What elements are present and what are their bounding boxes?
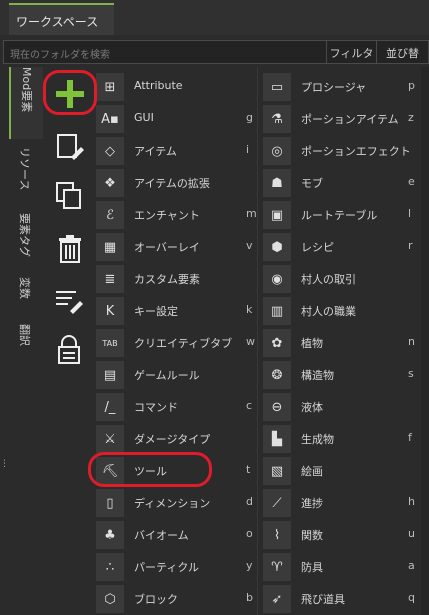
list-item[interactable]: A▪ GUI g [96, 102, 254, 134]
gamerule-icon: ▤ [96, 361, 124, 389]
list-item[interactable]: ▦ オーバーレイ v [96, 230, 254, 262]
enchant-icon: ℰ [96, 201, 124, 229]
structure-icon: ❂ [263, 361, 291, 389]
highlight-plus [43, 70, 97, 115]
list-item[interactable]: ♣ バイオーム o [96, 518, 254, 550]
list-item[interactable]: ⬢ レシピ r [263, 230, 423, 262]
scrollbar[interactable] [421, 67, 429, 615]
effect-icon: ◎ [263, 137, 291, 165]
list-item[interactable]: ≣ カスタム要素 [96, 262, 254, 294]
list-item[interactable]: /_ コマンド c [96, 390, 254, 422]
function-icon: ⌇ [263, 521, 291, 549]
tab-variables[interactable]: 変数 [9, 277, 43, 317]
list-item[interactable]: K キー設定 k [96, 294, 254, 326]
tab-workspace[interactable]: ワークスペース [9, 3, 114, 35]
lock-icon[interactable] [53, 333, 87, 367]
list-item[interactable]: ☗ モブ e [263, 166, 423, 198]
list-item[interactable]: ◇ アイテム i [96, 134, 254, 166]
top-bar: ワークスペース [0, 0, 429, 35]
profession-icon: ▥ [263, 297, 291, 325]
list-item[interactable]: ❂ 構造物 s [263, 358, 423, 390]
list-item[interactable]: ⌇ 関数 u [263, 518, 423, 550]
projectile-icon: ➶ [263, 585, 291, 613]
element-grid: ⊞ Attribute A▪ GUI g ◇ アイテム i ❖ アイテムの拡張 ℰ エンチャン… [96, 67, 429, 615]
list-item[interactable]: ▥ 村人の職業 [263, 294, 423, 326]
tool-column [43, 67, 95, 615]
gui-icon: A▪ [96, 105, 124, 133]
recipe-icon: ⬢ [263, 233, 291, 261]
duplicate-icon[interactable] [53, 179, 87, 213]
trash-icon[interactable] [53, 232, 87, 266]
list-item[interactable]: ▤ ゲームルール [96, 358, 254, 390]
loot-icon: ▣ [263, 201, 291, 229]
highlight-tool [88, 452, 212, 487]
list-item[interactable]: ⊞ Attribute [96, 70, 254, 102]
drag-handle-icon[interactable]: ⋮ [0, 460, 9, 476]
diamond-icon: ◇ [96, 137, 124, 165]
edit-list-icon[interactable] [53, 283, 87, 317]
new-file-icon[interactable] [53, 131, 87, 165]
cube-icon: ⬡ [96, 585, 124, 613]
tab-resources[interactable]: リソース [9, 147, 43, 207]
generation-icon: ▙ [263, 425, 291, 453]
fluid-icon: ⊖ [263, 393, 291, 421]
command-icon: /_ [96, 393, 124, 421]
list-item[interactable]: ◉ 村人の取引 [263, 262, 423, 294]
dimension-icon: ▯ [96, 489, 124, 517]
attribute-icon: ⊞ [96, 73, 124, 101]
list-item[interactable]: ⬡ ブロック b [96, 582, 254, 614]
list-item[interactable]: ➶ 飛び道具 q [263, 582, 423, 614]
folder-icon: ▭ [263, 73, 291, 101]
item-extension-icon: ❖ [96, 169, 124, 197]
list-item[interactable]: ◎ ポーションエフェクト [263, 134, 423, 166]
list-item[interactable]: ▙ 生成物 f [263, 422, 423, 454]
list-item[interactable]: ▧ 絵画 [263, 454, 423, 486]
armor-icon: ♈ [263, 553, 291, 581]
list-item[interactable]: ▯ ディメンション d [96, 486, 254, 518]
particle-icon: ∴ [96, 553, 124, 581]
list-item[interactable]: ♈ 防具 a [263, 550, 423, 582]
key-icon: K [96, 297, 124, 325]
flask-icon: ⚗ [263, 105, 291, 133]
list-item[interactable]: ❖ アイテムの拡張 [96, 166, 254, 198]
list-item[interactable]: ⚔ ダメージタイプ [96, 422, 254, 454]
tab-mod-elements[interactable]: Mod要素 [9, 67, 43, 139]
list-item[interactable]: ✿ 植物 n [263, 326, 423, 358]
tree-icon: ♣ [96, 521, 124, 549]
tab-translations[interactable]: 翻訳 [9, 324, 43, 364]
list-item[interactable]: ⊖ 液体 [263, 390, 423, 422]
list-item[interactable]: ⚗ ポーションアイテム z [263, 102, 423, 134]
plant-icon: ✿ [263, 329, 291, 357]
custom-element-icon: ≣ [96, 265, 124, 293]
damage-icon: ⚔ [96, 425, 124, 453]
search-bar: 現在のフォルダを検索 フィルタ 並び替 [3, 40, 429, 64]
search-input[interactable]: 現在のフォルダを検索 [10, 46, 110, 61]
tab-icon: TAB [96, 329, 124, 357]
trade-icon: ◉ [263, 265, 291, 293]
painting-icon: ▧ [263, 457, 291, 485]
sort-button[interactable]: 並び替 [376, 41, 428, 63]
tab-element-tags[interactable]: 要素タグ [9, 213, 43, 279]
mob-icon: ☗ [263, 169, 291, 197]
list-item[interactable]: TAB クリエイティブタブ w [96, 326, 255, 358]
list-item[interactable]: ∴ パーティクル y [96, 550, 254, 582]
filter-button[interactable]: フィルタ [326, 41, 376, 63]
list-item[interactable]: ▭ プロシージャ p [263, 70, 423, 102]
vertical-tabs: Mod要素 リソース 要素タグ 変数 翻訳 [9, 67, 43, 615]
list-item[interactable]: ⟋ 進捗 h [263, 486, 423, 518]
progress-icon: ⟋ [263, 489, 291, 517]
list-item[interactable]: ▣ ルートテーブル l [263, 198, 423, 230]
list-item[interactable]: ℰ エンチャント m [96, 198, 257, 230]
overlay-icon: ▦ [96, 233, 124, 261]
